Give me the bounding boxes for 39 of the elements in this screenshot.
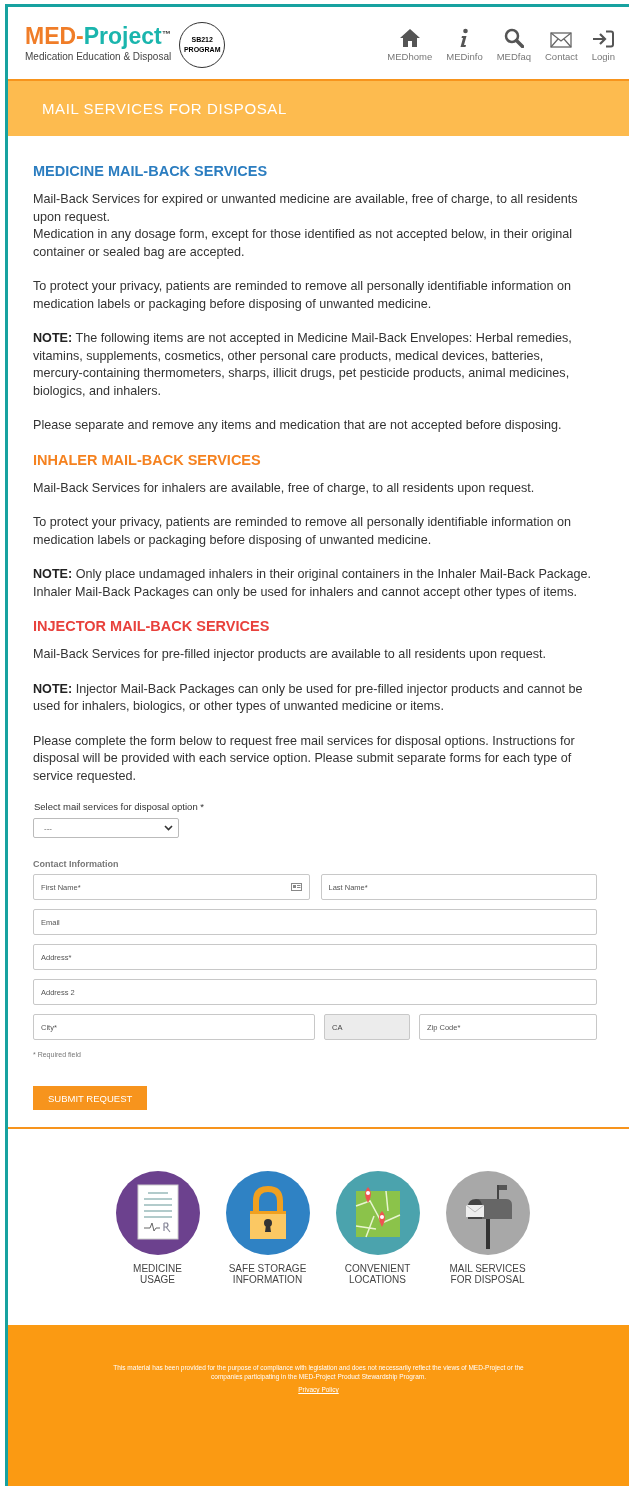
contact-card-icon[interactable] [290, 883, 302, 891]
map-circle-icon[interactable] [335, 1171, 420, 1255]
envelope-icon [550, 32, 573, 48]
nav-link[interactable]: Contact [545, 24, 578, 62]
chevron-icon [164, 825, 173, 831]
paragraph: Mail-Back Services for expired or unwanted medicine are available, free of charge, to all residents upon request. Medication in any dosage form, except for those identified as not accepted below, in their original container or sealed bag are accepted. [33, 191, 579, 261]
paragraph: NOTE: The following items are not accepted in Medicine Mail-Back Envelopes: Herbal remedies, vitamins, supplements, cosmetics, other personal care products, medical devices, batteries, mercury-containing thermometers, sharps, illicit drugs, pet pesticide products, animal medicines, biologics, and inhalers. [33, 330, 573, 400]
section-heading: INJECTOR MAIL-BACK SERVICES [33, 618, 271, 634]
group-label: Contact Information [33, 859, 120, 869]
home-icon [398, 28, 421, 48]
login-icon [592, 30, 615, 48]
nav-link[interactable]: MEDfaq [496, 24, 531, 62]
nav-link[interactable]: MEDinfo [446, 24, 483, 62]
page-title: MAIL SERVICES FOR DISPOSAL [42, 100, 287, 117]
lock-circle-icon[interactable] [225, 1171, 310, 1255]
paragraph: Mail-Back Services for pre-filled injector products are available to all residents upon request. [33, 646, 548, 663]
info-icon [459, 28, 470, 48]
paragraph: Mail-Back Services for inhalers are available, free of charge, to all residents upon request. [33, 479, 536, 497]
nav-link[interactable]: MEDhome [387, 24, 433, 62]
search-icon [503, 28, 524, 48]
quick-link-label[interactable]: MEDICINE USAGE [133, 1263, 182, 1285]
brand-tagline: Medication Education & Disposal [25, 51, 172, 62]
nav-link[interactable]: Login [591, 24, 615, 62]
option-dropdown[interactable]: --- [33, 818, 179, 838]
paragraph: NOTE: Only place undamaged inhalers in their original containers in the Inhaler Mail-Back Package. Inhaler Mail-Back Packages can only be used for inhalers and cannot accept other types of items. [33, 566, 592, 601]
quick-link-label[interactable]: MAIL SERVICES FOR DISPOSAL [449, 1263, 526, 1285]
section-heading: INHALER MAIL-BACK SERVICES [33, 451, 262, 468]
mailbox-circle-icon[interactable] [445, 1171, 530, 1255]
paragraph: Please separate and remove any items and medication that are not accepted before disposing. [33, 417, 563, 434]
section-heading: MEDICINE MAIL-BACK SERVICES [33, 163, 269, 179]
prescription-circle-icon[interactable] [115, 1171, 200, 1255]
paragraph: NOTE: Injector Mail-Back Packages can only be used for pre-filled injector products and cannot be used for inhalers, biologics, or other types of unwanted medicine or items. [33, 680, 584, 715]
quick-link-label[interactable]: SAFE STORAGE INFORMATION [228, 1263, 307, 1285]
quick-link-label[interactable]: CONVENIENT LOCATIONS [344, 1263, 411, 1285]
brand-logo[interactable]: MED-Project$^{™}$ [25, 24, 172, 48]
form-intro: Please complete the form below to request free mail services for disposal options. Instructions for disposal will be provided with each service option. Please submit separate forms for each type of service requested. [33, 732, 576, 785]
paragraph: To protect your privacy, patients are reminded to remove all personally identifiable information on medication labels or packaging before disposing of unwanted medicine. [33, 278, 573, 313]
select-label: Select mail services for disposal option * [34, 801, 206, 812]
paragraph: To protect your privacy, patients are reminded to remove all personally identifiable information on medication labels or packaging before disposing of unwanted medicine. [33, 514, 573, 549]
